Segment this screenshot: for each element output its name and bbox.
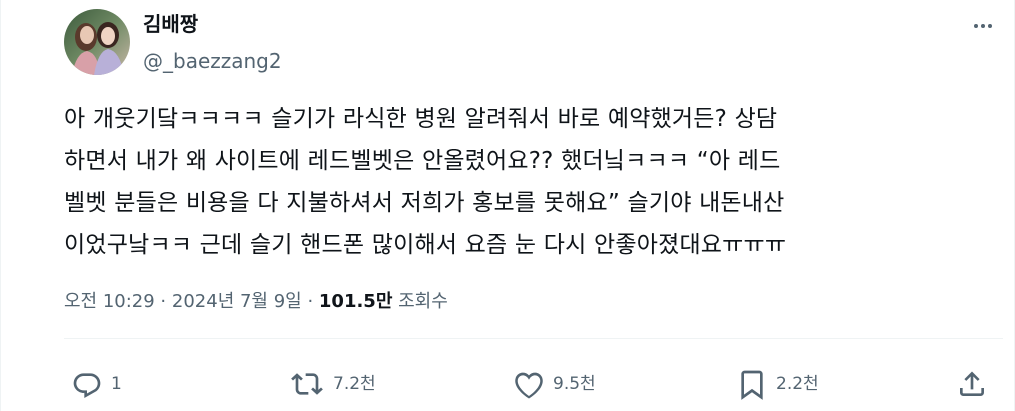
retweet-icon <box>291 373 323 395</box>
user-handle[interactable]: @_baezzang2 <box>143 48 282 74</box>
retweet-count: 7.2천 <box>333 374 376 394</box>
tweet-text-line: 아 개웃기닼ㅋㅋㅋㅋ 슬기가 라식한 병원 알려줘서 바로 예약했거든? 상담 <box>64 106 778 132</box>
timestamp-link[interactable]: 오전 10:29 · 2024년 7월 9일 <box>64 291 302 312</box>
share-button[interactable] <box>956 366 988 402</box>
like-button[interactable]: 9.5천 <box>513 366 596 402</box>
views-label: 조회수 <box>392 291 448 312</box>
reply-count: 1 <box>111 374 122 394</box>
divider <box>64 338 1003 339</box>
meta-separator: · <box>301 291 319 312</box>
reply-icon <box>73 373 101 398</box>
more-icon <box>974 24 992 28</box>
bookmark-count: 2.2천 <box>776 374 819 394</box>
tweet-metadata: 오전 10:29 · 2024년 7월 9일 · 101.5만 조회수 <box>64 289 448 315</box>
tweet-text-line: 벨벳 분들은 비용을 다 지불하셔서 저희가 홍보를 못해요” 슬기야 내돈내산 <box>64 190 785 216</box>
tweet-text: 아 개웃기닼ㅋㅋㅋㅋ 슬기가 라식한 병원 알려줘서 바로 예약했거든? 상담 … <box>64 98 999 266</box>
display-name[interactable]: 김배짱 <box>143 11 198 37</box>
views-count: 101.5만 <box>318 291 393 312</box>
tweet-card: 김배짱 @_baezzang2 아 개웃기닼ㅋㅋㅋㅋ 슬기가 라식한 병원 알려… <box>0 0 1015 411</box>
avatar[interactable] <box>64 9 130 75</box>
reply-button[interactable]: 1 <box>71 366 122 402</box>
heart-icon <box>515 372 543 399</box>
bookmark-button[interactable]: 2.2천 <box>736 366 819 402</box>
like-count: 9.5천 <box>553 374 596 394</box>
share-icon <box>960 371 984 396</box>
tweet-text-line: 이었구낰ㅋㅋ 근데 슬기 핸드폰 많이해서 요즘 눈 다시 안좋아졌대요ㅠㅠㅠ <box>64 232 787 258</box>
tweet-text-line: 하면서 내가 왜 사이트에 레드벨벳은 안올렸어요?? 했더닠ㅋㅋㅋ “아 레드 <box>64 148 781 174</box>
bookmark-icon <box>741 370 763 400</box>
retweet-button[interactable]: 7.2천 <box>289 366 376 402</box>
more-options-button[interactable] <box>963 10 1003 42</box>
